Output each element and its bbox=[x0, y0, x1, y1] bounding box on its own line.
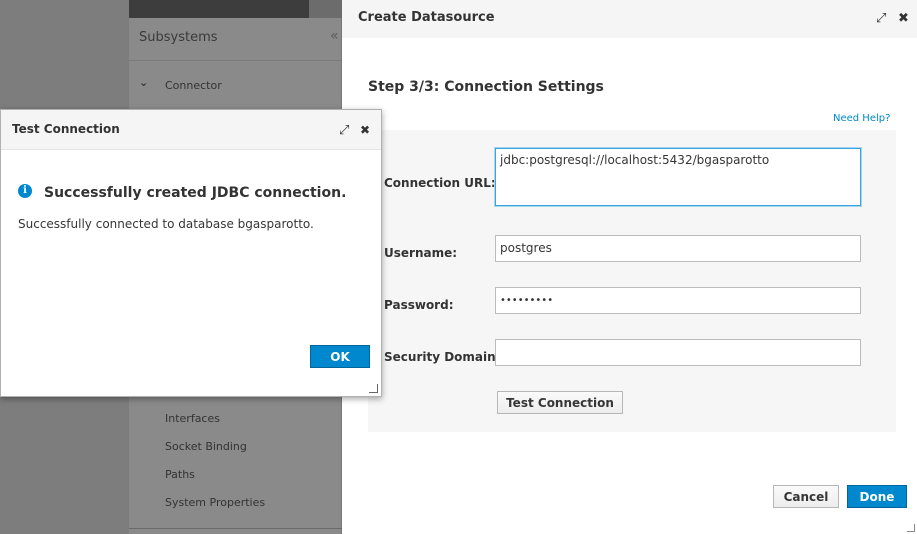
security-domain-input[interactable] bbox=[495, 339, 861, 366]
connection-url-input[interactable]: jdbc:postgresql://localhost:5432/bgaspar… bbox=[495, 148, 861, 206]
sidebar-divider bbox=[129, 60, 342, 61]
maximize-icon[interactable]: ⤢ bbox=[339, 124, 349, 137]
resize-handle[interactable] bbox=[369, 384, 378, 393]
sidebar-bottom-divider bbox=[129, 528, 342, 529]
cancel-button[interactable]: Cancel bbox=[773, 485, 839, 508]
test-connection-button[interactable]: Test Connection bbox=[497, 391, 623, 414]
window-header: Create Datasource ⤢ ✖ bbox=[342, 0, 917, 38]
username-label: Username: bbox=[384, 246, 458, 260]
sidebar-top-bar bbox=[129, 0, 309, 18]
sidebar-title: Subsystems bbox=[139, 30, 218, 45]
sidebar-item-connector[interactable]: Connector bbox=[165, 79, 222, 92]
ok-button[interactable]: OK bbox=[310, 345, 370, 368]
test-connection-dialog: Test Connection ⤢ ✖ i Successfully creat… bbox=[0, 109, 382, 397]
sidebar-top-bar-edge bbox=[309, 0, 342, 18]
maximize-icon[interactable]: ⤢ bbox=[876, 12, 886, 25]
info-icon: i bbox=[18, 184, 32, 198]
chevron-down-icon[interactable]: ⌄ bbox=[139, 76, 148, 89]
security-domain-label: Security Domain: bbox=[384, 350, 501, 364]
sidebar-item-system-properties[interactable]: System Properties bbox=[165, 496, 265, 509]
sidebar-item-interfaces[interactable]: Interfaces bbox=[165, 412, 220, 425]
done-button[interactable]: Done bbox=[847, 485, 907, 508]
create-datasource-window: Create Datasource ⤢ ✖ Step 3/3: Connecti… bbox=[342, 0, 917, 534]
connection-url-label: Connection URL: bbox=[384, 176, 496, 190]
sidebar-item-socket-binding[interactable]: Socket Binding bbox=[165, 440, 247, 453]
sidebar-item-paths[interactable]: Paths bbox=[165, 468, 195, 481]
step-title: Step 3/3: Connection Settings bbox=[368, 79, 604, 95]
username-input[interactable]: postgres bbox=[495, 235, 861, 262]
dialog-title: Test Connection bbox=[12, 122, 120, 136]
collapse-icon[interactable]: « bbox=[330, 28, 339, 44]
close-icon[interactable]: ✖ bbox=[360, 124, 370, 136]
dialog-message: Successfully connected to database bgasp… bbox=[18, 217, 314, 231]
password-label: Password: bbox=[384, 298, 454, 312]
close-icon[interactable]: ✖ bbox=[898, 12, 909, 25]
window-title: Create Datasource bbox=[358, 10, 495, 25]
resize-handle[interactable] bbox=[907, 524, 915, 532]
dialog-heading: Successfully created JDBC connection. bbox=[44, 185, 347, 201]
dialog-header: Test Connection ⤢ ✖ bbox=[1, 110, 381, 150]
need-help-link[interactable]: Need Help? bbox=[833, 113, 890, 124]
password-input[interactable]: ••••••••• bbox=[495, 287, 861, 314]
